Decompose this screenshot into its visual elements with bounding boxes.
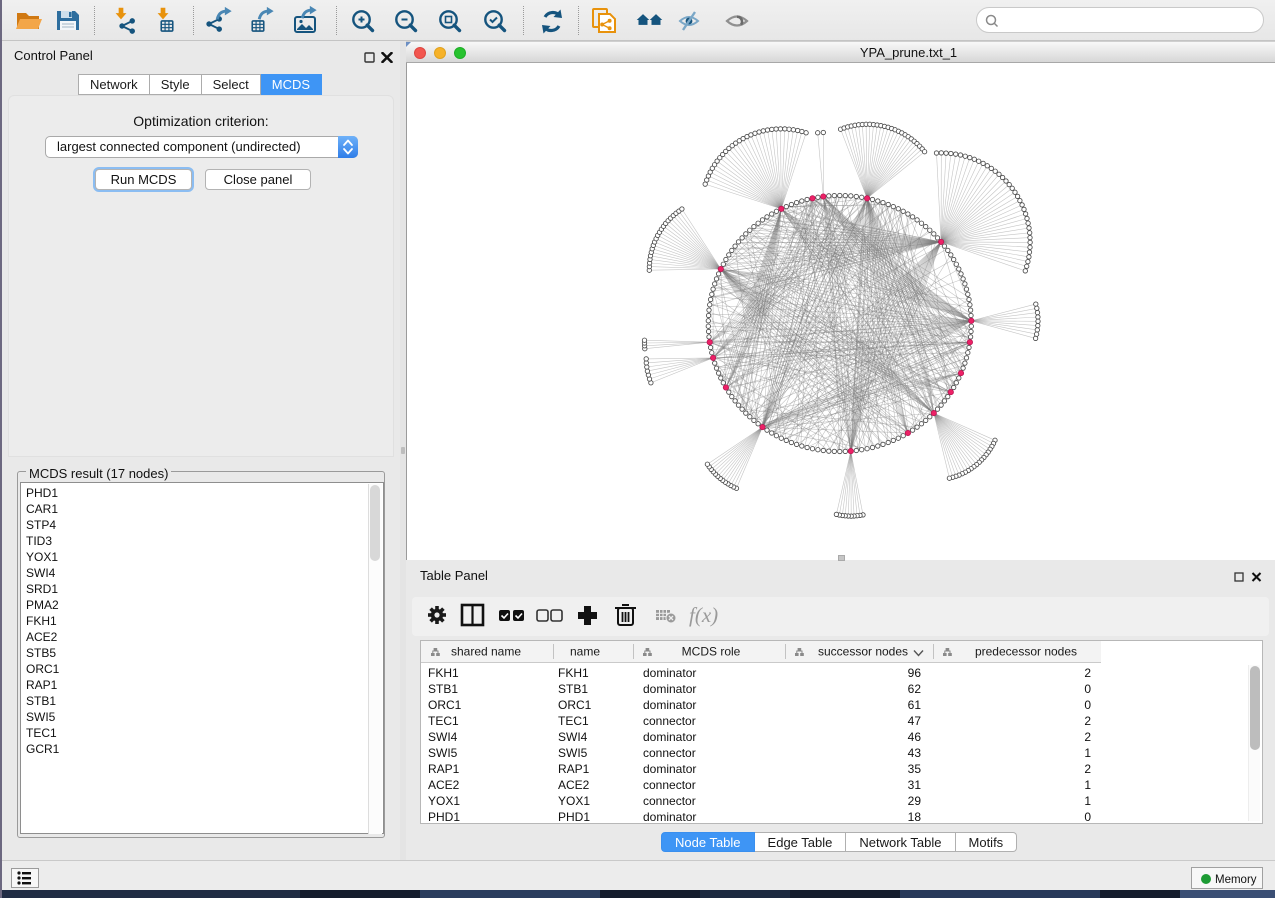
svg-text:MCDS role: MCDS role xyxy=(682,645,741,659)
svg-text:predecessor nodes: predecessor nodes xyxy=(975,645,1077,659)
svg-text:f(x): f(x) xyxy=(689,603,718,627)
svg-text:name: name xyxy=(570,645,600,659)
svg-text:shared name: shared name xyxy=(451,645,521,659)
svg-text:successor nodes: successor nodes xyxy=(818,645,908,659)
